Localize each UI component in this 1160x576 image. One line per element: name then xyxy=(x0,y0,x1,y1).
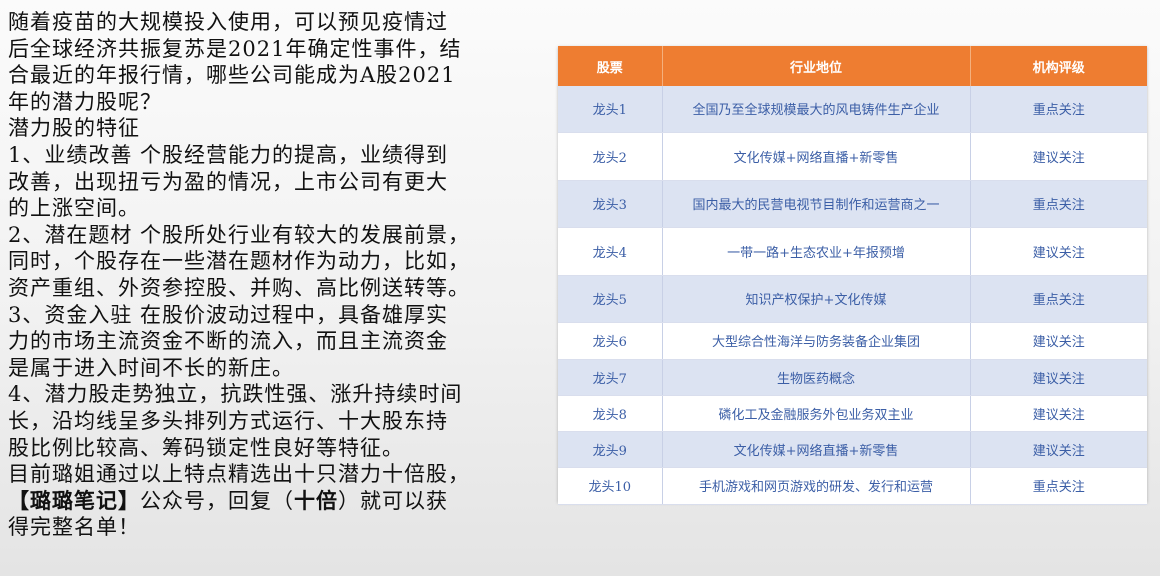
cell-rating: 建议关注 xyxy=(970,431,1147,468)
table-header-row: 股票 行业地位 机构评级 xyxy=(558,46,1147,86)
cell-stock: 龙头9 xyxy=(558,431,663,468)
text-line: 得完整名单！ xyxy=(8,515,140,540)
text-line: 的上涨空间。 xyxy=(8,196,140,221)
cell-stock: 龙头6 xyxy=(558,322,663,360)
text-line: 4、潜力股走势独立，抗跌性强、涨升持续时间 xyxy=(8,382,463,407)
text-line: 股比例比较高、筹码锁定性良好等特征。 xyxy=(8,435,404,460)
text-line: 后全球经济共振复苏是2021年确定性事件，结 xyxy=(8,36,462,61)
cell-industry: 磷化工及金融服务外包业务双主业 xyxy=(662,395,971,432)
text-line: 力的市场主流资金不断的流入，而且主流资金 xyxy=(8,329,448,354)
text-line: 目前璐姐通过以上特点精选出十只潜力十倍股， xyxy=(8,462,470,487)
table-row: 龙头2 文化传媒+网络直播+新零售 建议关注 xyxy=(558,132,1147,181)
cell-industry: 一带一路+生态农业+年报预增 xyxy=(662,227,971,276)
text-line: 是属于进入时间不长的新庄。 xyxy=(8,355,294,380)
text-segment: 公众号，回复（ xyxy=(140,488,294,513)
stock-table-grid: 股票 行业地位 机构评级 龙头1 全国乃至全球规模最大的风电铸件生产企业 重点关… xyxy=(558,46,1147,505)
account-name: 【璐璐笔记】 xyxy=(8,487,140,513)
column-header-rating: 机构评级 xyxy=(970,46,1147,86)
cell-rating: 建议关注 xyxy=(970,395,1147,432)
cell-industry: 国内最大的民营电视节目制作和运营商之一 xyxy=(662,180,971,228)
cell-industry: 文化传媒+网络直播+新零售 xyxy=(662,132,971,181)
cell-industry: 手机游戏和网页游戏的研发、发行和运营 xyxy=(662,467,971,505)
cell-industry: 文化传媒+网络直播+新零售 xyxy=(662,431,971,468)
text-line: 改善，出现扭亏为盈的情况，上市公司有更大 xyxy=(8,169,448,194)
cell-stock: 龙头7 xyxy=(558,359,663,396)
text-line: 1、业绩改善 个股经营能力的提高，业绩得到 xyxy=(8,142,449,167)
text-line: 年的潜力股呢？ xyxy=(8,89,162,114)
text-line: 同时，个股存在一些潜在题材作为动力，比如， xyxy=(8,249,470,274)
cell-stock: 龙头4 xyxy=(558,227,663,276)
cell-rating: 建议关注 xyxy=(970,227,1147,276)
column-header-industry: 行业地位 xyxy=(662,46,971,86)
text-line: 2、潜在题材 个股所处行业有较大的发展前景， xyxy=(8,222,471,247)
cell-industry: 全国乃至全球规模最大的风电铸件生产企业 xyxy=(662,86,971,133)
cell-stock: 龙头1 xyxy=(558,86,663,133)
cell-rating: 重点关注 xyxy=(970,275,1147,323)
column-header-stock: 股票 xyxy=(558,46,663,86)
cell-industry: 知识产权保护+文化传媒 xyxy=(662,275,971,323)
text-line: 3、资金入驻 在股价波动过程中，具备雄厚实 xyxy=(8,302,449,327)
cell-rating: 建议关注 xyxy=(970,359,1147,396)
table-row: 龙头8 磷化工及金融服务外包业务双主业 建议关注 xyxy=(558,395,1147,432)
cell-stock: 龙头8 xyxy=(558,395,663,432)
text-line: 长，沿均线呈多头排列方式运行、十大股东持 xyxy=(8,408,448,433)
cell-rating: 重点关注 xyxy=(970,86,1147,133)
text-line: 随着疫苗的大规模投入使用，可以预见疫情过 xyxy=(8,10,448,34)
cell-rating: 重点关注 xyxy=(970,180,1147,228)
table-row: 龙头6 大型综合性海洋与防务装备企业集团 建议关注 xyxy=(558,322,1147,360)
text-segment: ）就可以获 xyxy=(338,488,448,513)
cell-stock: 龙头10 xyxy=(558,467,663,505)
cell-rating: 建议关注 xyxy=(970,322,1147,360)
cell-stock: 龙头3 xyxy=(558,180,663,228)
keyword: 十倍 xyxy=(294,487,338,513)
table-row: 龙头1 全国乃至全球规模最大的风电铸件生产企业 重点关注 xyxy=(558,86,1147,133)
text-line: 【璐璐笔记】公众号，回复（十倍）就可以获 xyxy=(8,488,556,515)
cell-rating: 建议关注 xyxy=(970,132,1147,181)
cell-rating: 重点关注 xyxy=(970,467,1147,505)
cell-stock: 龙头5 xyxy=(558,275,663,323)
table-row: 龙头5 知识产权保护+文化传媒 重点关注 xyxy=(558,275,1147,323)
text-line: 合最近的年报行情，哪些公司能成为A股2021 xyxy=(8,63,456,88)
cell-industry: 生物医药概念 xyxy=(662,359,971,396)
stock-table: 股票 行业地位 机构评级 龙头1 全国乃至全球规模最大的风电铸件生产企业 重点关… xyxy=(558,46,1147,505)
table-row: 龙头7 生物医药概念 建议关注 xyxy=(558,359,1147,396)
table-row: 龙头9 文化传媒+网络直播+新零售 建议关注 xyxy=(558,431,1147,468)
cell-industry: 大型综合性海洋与防务装备企业集团 xyxy=(662,322,971,360)
article-text: 随着疫苗的大规模投入使用，可以预见疫情过 后全球经济共振复苏是2021年确定性事… xyxy=(8,9,556,541)
table-row: 龙头10 手机游戏和网页游戏的研发、发行和运营 重点关注 xyxy=(558,467,1147,505)
cell-stock: 龙头2 xyxy=(558,132,663,181)
table-row: 龙头4 一带一路+生态农业+年报预增 建议关注 xyxy=(558,227,1147,276)
table-row: 龙头3 国内最大的民营电视节目制作和运营商之一 重点关注 xyxy=(558,180,1147,228)
section-heading: 潜力股的特征 xyxy=(8,116,140,141)
text-line: 资产重组、外资参控股、并购、高比例送转等。 xyxy=(8,275,470,300)
